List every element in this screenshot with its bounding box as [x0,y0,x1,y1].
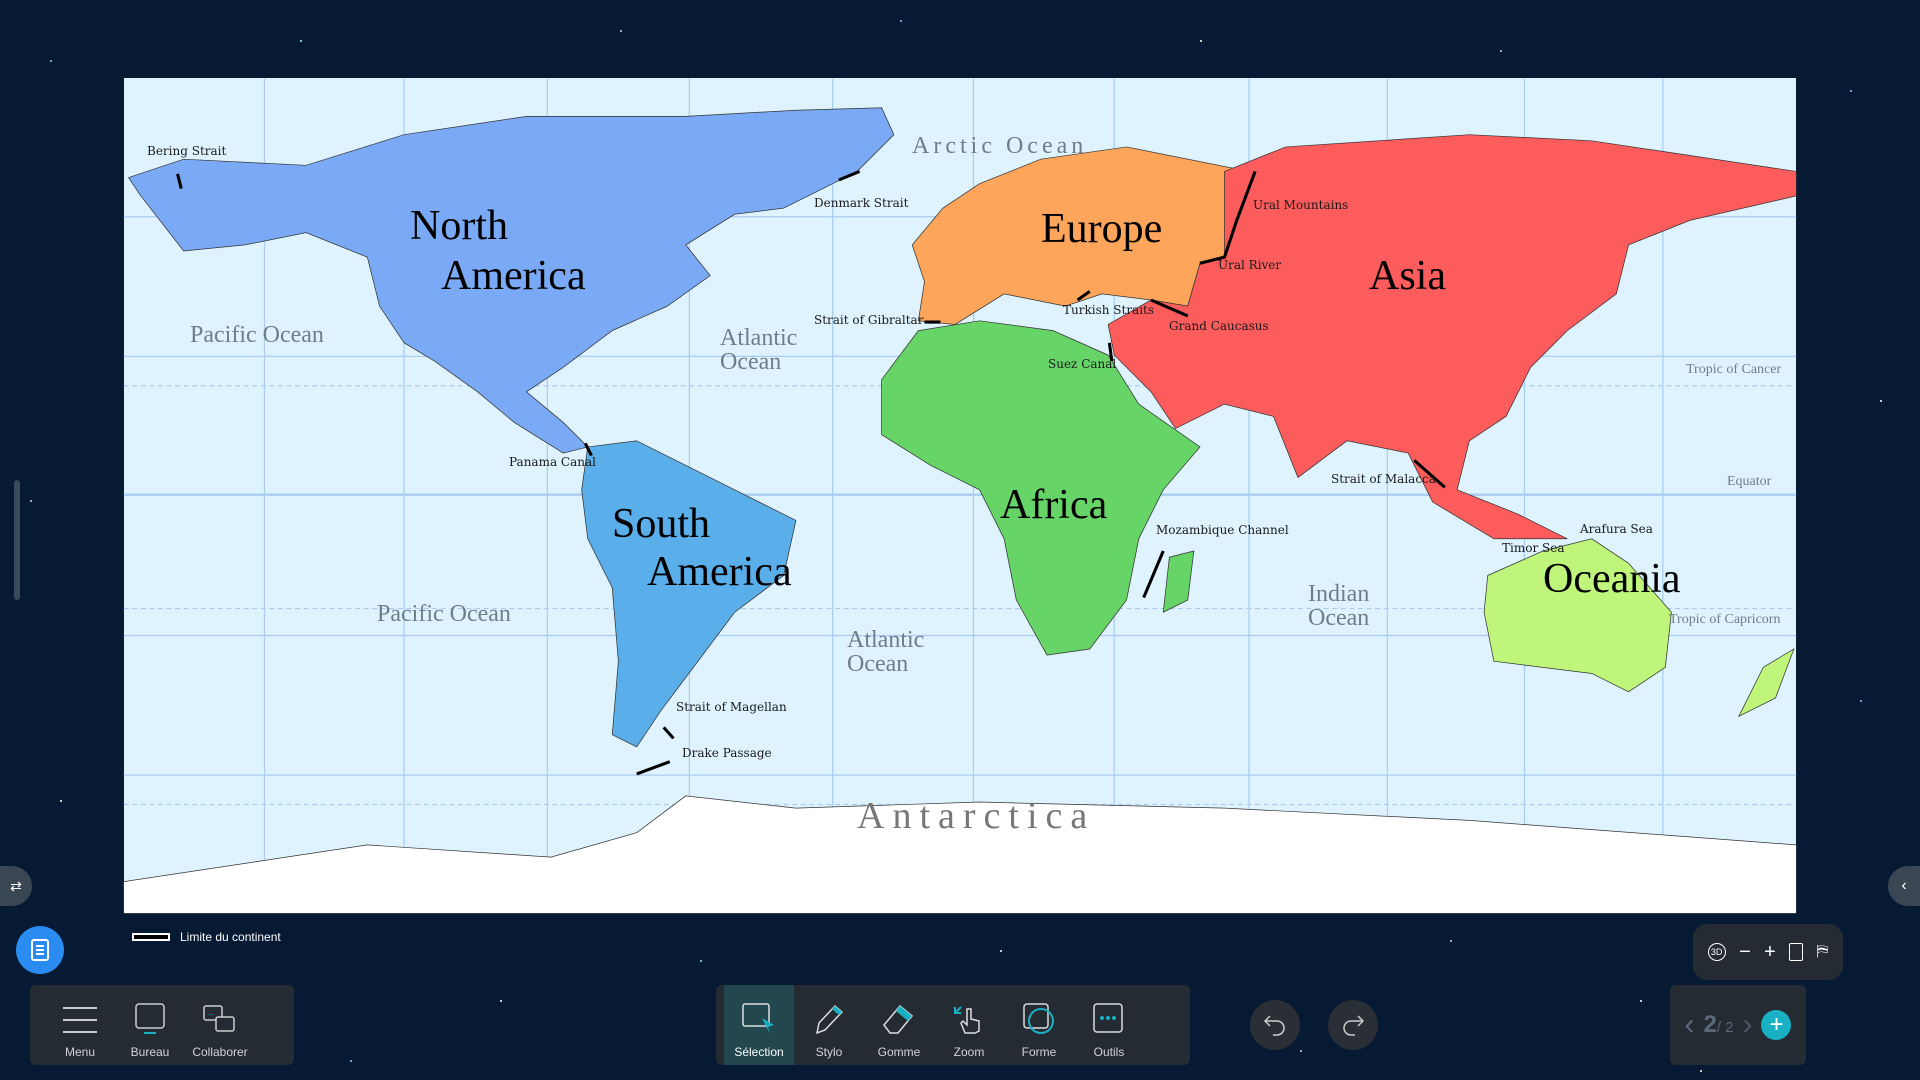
selection-icon [742,1003,774,1034]
undo-button[interactable] [1250,1000,1300,1050]
svg-text:...: ... [207,1008,214,1017]
label-north-america-2: America [441,253,586,299]
pen-tool[interactable]: Stylo [794,985,864,1065]
label-antarctica: Antarctica [857,795,1096,837]
label-tropic-of-capricorn: Tropic of Capricorn [1669,612,1781,627]
label-atlantic-ocean-north: Atlantic Ocean [720,325,798,375]
label-atlantic-ocean-south: Atlantic Ocean [847,627,925,677]
shape-tool[interactable]: Forme [1004,985,1074,1065]
label-indian-ocean: Indian Ocean [1308,581,1370,631]
page-navigator: ‹ 2/ 2 › + [1670,985,1806,1065]
menu-button[interactable]: Menu [45,985,115,1065]
map-legend: Limite du continent [132,930,281,944]
tools-menu[interactable]: Outils [1074,985,1144,1065]
zoom-tool[interactable]: Zoom [934,985,1004,1065]
next-page-button[interactable]: › [1743,1008,1753,1042]
label-ural-river: Ural River [1218,258,1282,272]
label-asia: Asia [1369,253,1446,299]
redo-button[interactable] [1328,1000,1378,1050]
menu-icon [63,1007,97,1033]
label-turkish-straits: Turkish Straits [1063,303,1155,317]
right-panel-toggle[interactable]: ‹ [1888,866,1920,906]
label-strait-of-gibraltar: Strait of Gibraltar [814,313,924,327]
desktop-button[interactable]: Bureau [115,985,185,1065]
label-europe: Europe [1041,206,1163,252]
rotate-3d-button[interactable]: 3D [1707,943,1726,961]
collaborate-icon: ... [203,1005,235,1032]
left-toolbar: Menu Bureau ... Collaborer [30,985,294,1065]
label-drake-passage: Drake Passage [682,746,772,760]
label-grand-caucasus: Grand Caucasus [1169,319,1269,333]
add-page-button[interactable]: + [1761,1010,1792,1040]
list-icon [31,939,49,961]
tools-toolbar: Sélection Stylo Gomme Zoom Forme Outils [716,985,1190,1065]
eraser-tool[interactable]: Gomme [864,985,934,1065]
notes-button[interactable] [16,926,64,974]
previous-page-button[interactable]: ‹ [1684,1008,1694,1042]
tools-icon [1093,1003,1123,1033]
fit-screen-button[interactable] [1789,943,1804,961]
zoom-out-button[interactable]: − [1739,941,1751,964]
eraser-icon [883,1004,914,1034]
shape-icon [1023,1003,1054,1034]
label-north-america-1: North [410,203,508,249]
label-panama-canal: Panama Canal [509,455,596,469]
left-scroll-handle[interactable] [14,480,20,600]
redo-icon [1343,1015,1365,1036]
undo-icon [1263,1015,1285,1036]
map-icon[interactable]: ⛿ [1817,943,1829,961]
label-ural-mountains: Ural Mountains [1253,198,1349,212]
label-mozambique-channel: Mozambique Channel [1156,523,1289,537]
zoom-in-button[interactable]: + [1764,941,1776,964]
new-zealand-shape [1737,648,1795,718]
chevron-left-icon: ‹ [1901,877,1907,894]
label-suez-canal: Suez Canal [1048,357,1117,371]
label-strait-of-malacca: Strait of Malacca [1331,472,1436,486]
label-arafura-sea: Arafura Sea [1580,522,1653,536]
label-oceania: Oceania [1543,556,1681,602]
label-bering-strait: Bering Strait [147,144,227,158]
page-indicator: 2/ 2 [1703,1011,1734,1038]
collaborate-button[interactable]: ... Collaborer [185,985,255,1065]
label-africa: Africa [1000,482,1108,528]
madagascar-shape [1162,550,1195,613]
label-denmark-strait: Denmark Strait [814,196,909,210]
plus-icon: + [1769,1011,1784,1038]
swap-icon: ⇄ [10,877,22,894]
label-tropic-of-cancer: Tropic of Cancer [1686,362,1782,377]
label-south-america-1: South [612,501,711,547]
map-drawing [123,78,1797,914]
legend-label: Limite du continent [180,930,281,944]
label-timor-sea: Timor Sea [1502,541,1565,555]
label-pacific-ocean-south: Pacific Ocean [377,601,511,627]
selection-tool[interactable]: Sélection [724,985,794,1065]
label-strait-of-magellan: Strait of Magellan [676,700,787,714]
boundary-line-swatch [132,933,170,941]
view-controls: 3D − + ⛿ [1693,924,1843,980]
zoom-hand-icon [954,1006,980,1034]
desktop-icon [135,1003,165,1034]
label-pacific-ocean-north: Pacific Ocean [190,322,324,348]
pen-icon [815,1004,844,1035]
label-arctic-ocean: Arctic Ocean [912,133,1088,159]
label-south-america-2: America [647,549,792,595]
label-equator: Equator [1727,474,1772,489]
